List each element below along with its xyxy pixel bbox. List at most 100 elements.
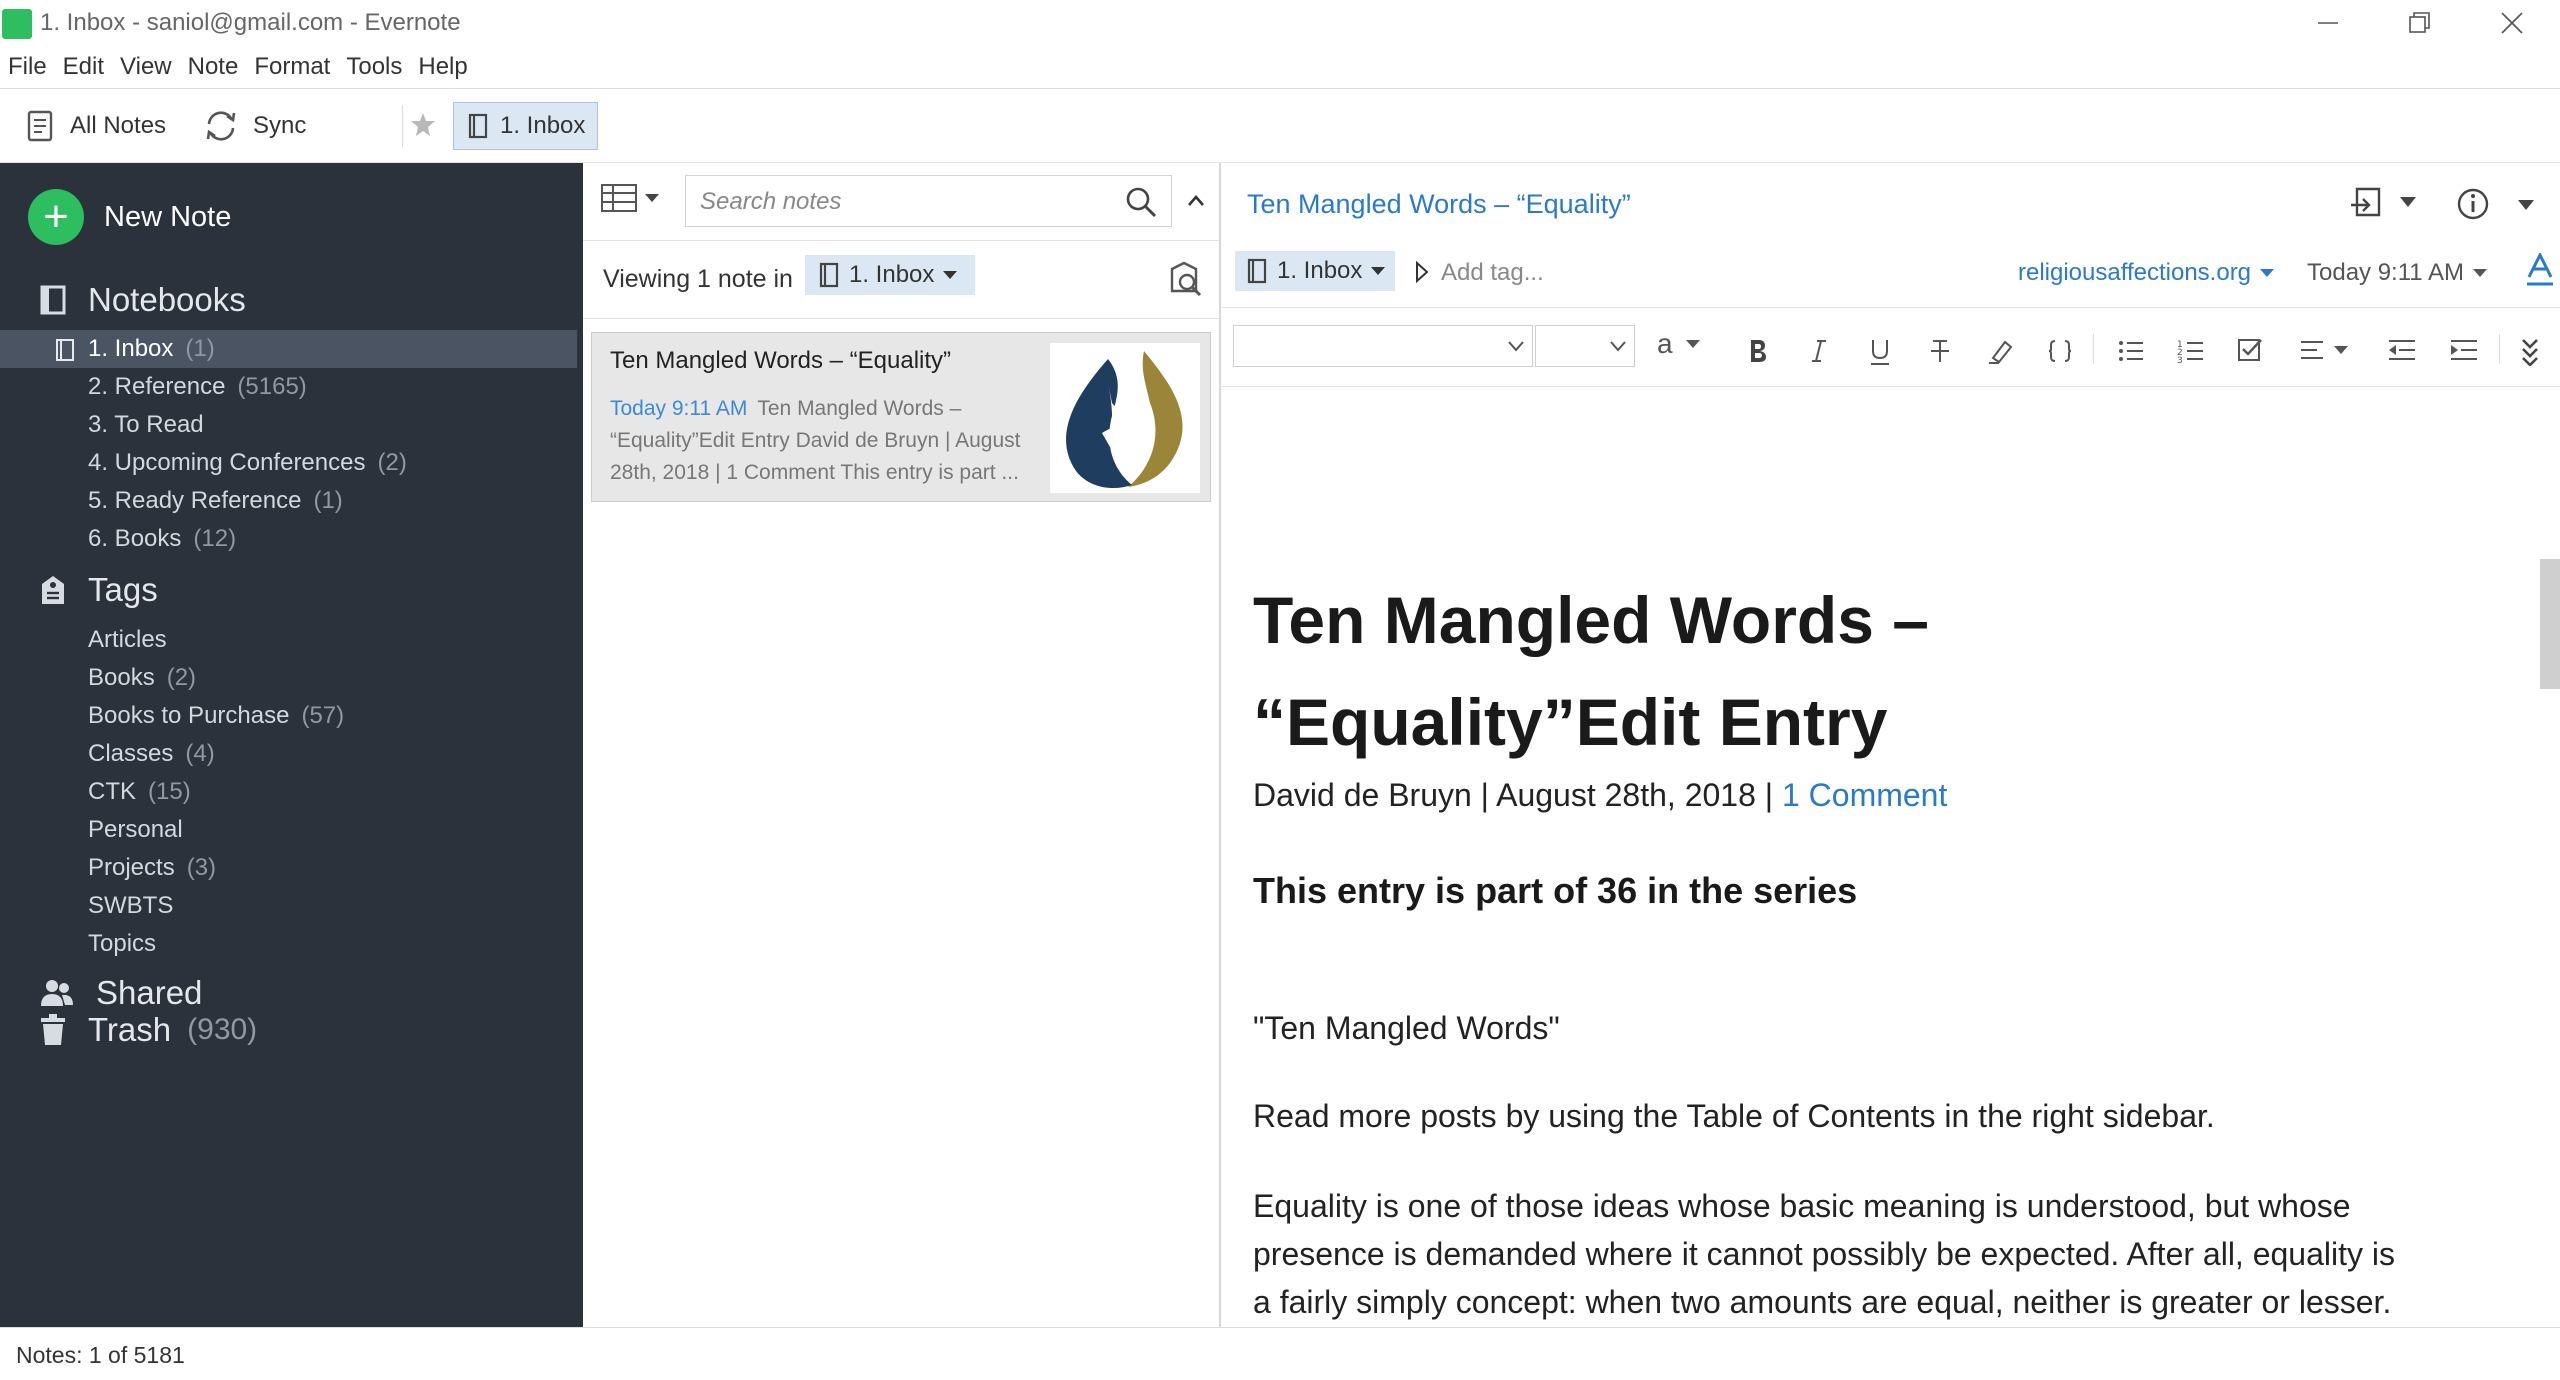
format-divider (2093, 334, 2094, 364)
minimize-icon (2318, 22, 2338, 24)
trash-header[interactable]: Trash (930) (40, 1005, 257, 1055)
font-family-select[interactable] (1233, 325, 1533, 367)
more-format-chevrons-icon[interactable] (2521, 338, 2539, 366)
more-chevron-down-icon[interactable] (2517, 199, 2535, 211)
collapse-chevron-up-icon[interactable] (1187, 193, 1205, 207)
tag-item[interactable]: Articles (0, 621, 577, 659)
chevron-down-icon (943, 271, 958, 279)
tag-count: (4) (185, 740, 215, 767)
notebook-item[interactable]: 3. To Read (0, 406, 577, 444)
tag-name: Books to Purchase (88, 702, 290, 729)
all-notes-label: All Notes (70, 112, 167, 139)
code-block-icon[interactable] (2047, 338, 2073, 364)
notebook-count: (2) (377, 449, 407, 476)
byline-text: David de Bruyn | August 28th, 2018 | (1253, 777, 1782, 813)
highlighter-icon[interactable] (1987, 338, 2013, 364)
note-card[interactable]: Ten Mangled Words – “Equality” Today 9:1… (591, 332, 1211, 502)
note-title[interactable]: Ten Mangled Words – “Equality” (1247, 189, 1631, 220)
notebook-item[interactable]: 2. Reference (5165) (0, 368, 577, 406)
menu-view[interactable]: View (120, 53, 172, 81)
shortcut-inbox-button[interactable]: 1. Inbox (453, 102, 598, 150)
outdent-icon[interactable] (2387, 338, 2417, 362)
tag-item[interactable]: Books to Purchase (57) (0, 697, 577, 735)
source-url-dropdown[interactable]: religiousaffections.org (2018, 259, 2275, 287)
main-toolbar: All Notes Sync 1. Inbox (0, 88, 2560, 163)
format-toolbar: a 123 (1221, 307, 2560, 387)
notebook-icon (468, 113, 488, 139)
notebook-count: (12) (193, 525, 237, 552)
restore-button[interactable] (2374, 0, 2466, 46)
search-icon[interactable] (1125, 186, 1157, 218)
sidebar: + New Note Notebooks 1. Inbox (1) 2. Ref… (0, 163, 583, 1327)
strikethrough-icon[interactable] (1929, 338, 1951, 364)
tags-header[interactable]: Tags (40, 565, 158, 615)
note-notebook-dropdown[interactable]: 1. Inbox (1235, 251, 1395, 291)
notebook-count: (5165) (237, 373, 307, 400)
tag-item[interactable]: Topics (0, 925, 577, 963)
font-color-button[interactable]: a (1657, 328, 1701, 360)
sync-button[interactable]: Sync (203, 101, 306, 151)
menu-format[interactable]: Format (254, 53, 330, 81)
bullet-list-icon[interactable] (2117, 338, 2145, 364)
menu-note[interactable]: Note (188, 53, 239, 81)
tag-item[interactable]: SWBTS (0, 887, 577, 925)
notebook-name: 1. Inbox (88, 335, 174, 362)
new-note-button[interactable]: + New Note (28, 189, 231, 245)
search-input[interactable]: Search notes (685, 175, 1172, 227)
restore-icon (2409, 12, 2430, 33)
source-url: religiousaffections.org (2018, 259, 2252, 286)
bold-icon[interactable] (1747, 338, 1769, 364)
star-shortcut-icon[interactable] (410, 111, 436, 137)
indent-icon[interactable] (2449, 338, 2479, 362)
close-button[interactable] (2466, 0, 2558, 46)
viewing-label: Viewing 1 note in (603, 265, 793, 293)
tag-count: (57) (301, 702, 345, 729)
share-icon (2351, 187, 2381, 217)
note-body[interactable]: Ten Mangled Words – “Equality”Edit Entry… (1253, 387, 2483, 1327)
align-button[interactable] (2299, 338, 2349, 362)
notebook-count: (1) (185, 335, 215, 362)
editor-meta-bar: 1. Inbox Add tag... religiousaffections.… (1221, 241, 2560, 307)
notebook-icon (819, 262, 839, 288)
search-notebook-icon[interactable] (1168, 261, 1204, 299)
comment-link[interactable]: 1 Comment (1782, 777, 1947, 813)
editor-scrollbar[interactable] (2540, 559, 2560, 689)
share-button[interactable] (2349, 185, 2417, 219)
info-icon[interactable] (2456, 187, 2490, 221)
tag-count: (2) (166, 664, 197, 691)
chevron-down-icon (2260, 269, 2275, 277)
tag-name: SWBTS (88, 892, 174, 919)
tag-item[interactable]: Personal (0, 811, 577, 849)
menu-help[interactable]: Help (418, 53, 467, 81)
notebook-item[interactable]: 5. Ready Reference (1) (0, 482, 577, 520)
menu-edit[interactable]: Edit (63, 53, 104, 81)
view-options-button[interactable] (601, 183, 661, 213)
tag-item[interactable]: Books (2) (0, 659, 577, 697)
notebook-item[interactable]: 4. Upcoming Conferences (2) (0, 444, 577, 482)
tag-item[interactable]: CTK (15) (0, 773, 577, 811)
menu-file[interactable]: File (8, 53, 47, 81)
shortcut-inbox-label: 1. Inbox (500, 112, 586, 139)
note-date-dropdown[interactable]: Today 9:11 AM (2307, 259, 2488, 287)
font-size-select[interactable] (1535, 325, 1635, 367)
italic-icon[interactable] (1809, 338, 1829, 364)
tag-expand-icon[interactable] (1415, 261, 1429, 283)
numbered-list-icon[interactable]: 123 (2177, 338, 2205, 364)
underline-icon[interactable] (1869, 338, 1891, 366)
note-notebook-label: 1. Inbox (1277, 257, 1363, 284)
add-tag-input[interactable]: Add tag... (1441, 259, 1544, 287)
tag-item[interactable]: Projects (3) (0, 849, 577, 887)
all-notes-button[interactable]: All Notes (26, 101, 166, 151)
menu-tools[interactable]: Tools (346, 53, 402, 81)
toolbar-divider (402, 105, 403, 147)
checkbox-icon[interactable] (2237, 336, 2265, 364)
window-title: 1. Inbox - saniol@gmail.com - Evernote (40, 9, 461, 36)
notebook-filter-dropdown[interactable]: 1. Inbox (805, 255, 975, 295)
notebook-item[interactable]: 6. Books (12) (0, 520, 577, 558)
notebook-item[interactable]: 1. Inbox (1) (0, 330, 577, 368)
sync-label: Sync (253, 112, 307, 139)
notebooks-header[interactable]: Notebooks (40, 275, 246, 325)
tag-item[interactable]: Classes (4) (0, 735, 577, 773)
minimize-button[interactable] (2282, 0, 2374, 46)
text-format-icon[interactable] (2525, 253, 2555, 287)
